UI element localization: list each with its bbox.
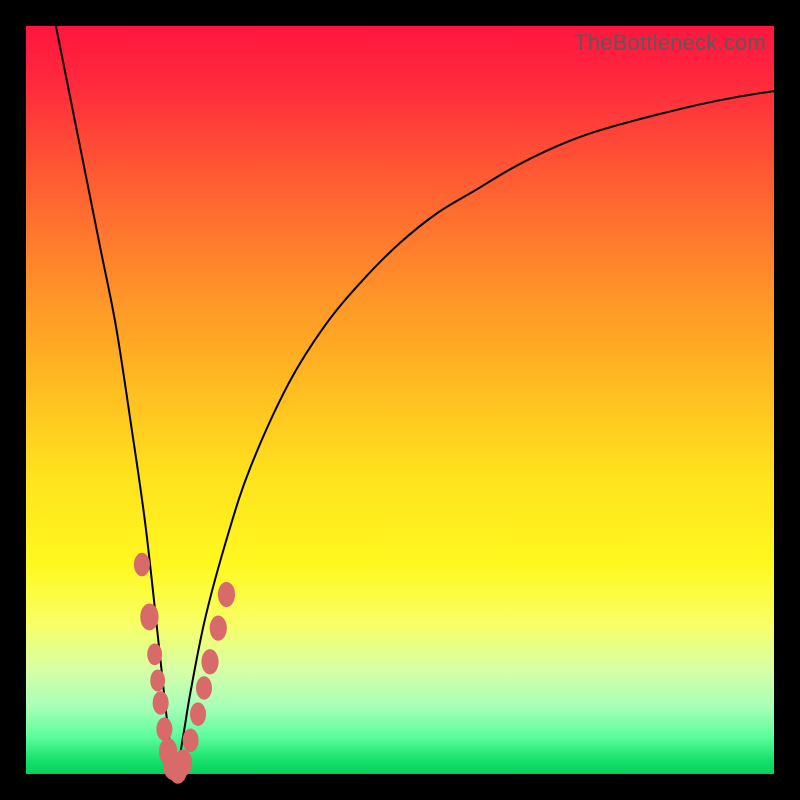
bead-point	[140, 603, 158, 630]
bead-point	[196, 676, 212, 700]
chart-overlay	[26, 26, 774, 774]
bead-point	[218, 582, 235, 607]
bead-point	[147, 643, 162, 665]
bead-point	[134, 553, 150, 577]
bead-point	[210, 616, 227, 641]
bead-cluster	[134, 553, 235, 784]
bead-point	[156, 717, 172, 741]
bead-point	[183, 729, 199, 753]
bead-point	[174, 749, 192, 776]
bead-point	[190, 702, 206, 726]
bottleneck-curve	[56, 26, 774, 774]
bead-point	[201, 649, 218, 674]
bead-point	[150, 670, 165, 692]
plot-area: TheBottleneck.com	[26, 26, 774, 774]
chart-frame: TheBottleneck.com	[0, 0, 800, 800]
bead-point	[153, 691, 169, 715]
